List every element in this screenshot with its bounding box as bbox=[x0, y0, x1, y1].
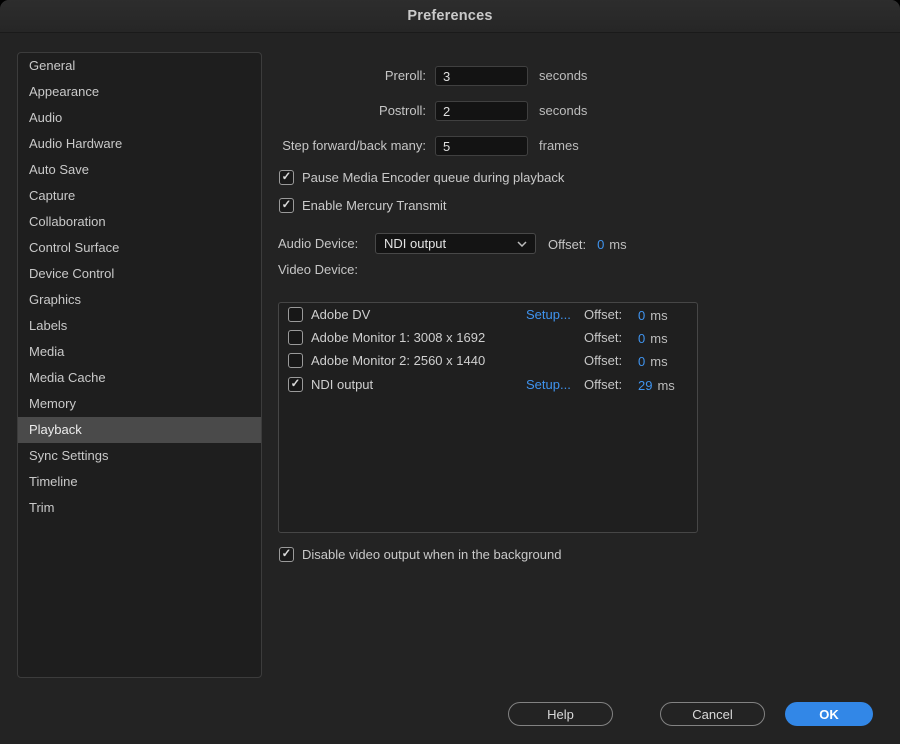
sidebar-item-auto-save[interactable]: Auto Save bbox=[18, 157, 261, 183]
video-device-label: Video Device: bbox=[278, 260, 358, 280]
postroll-input[interactable] bbox=[435, 101, 528, 121]
offset-unit: ms bbox=[650, 308, 667, 323]
sidebar-item-media-cache[interactable]: Media Cache bbox=[18, 365, 261, 391]
help-button[interactable]: Help bbox=[508, 702, 613, 726]
pause-media-encoder-option: ✓ Pause Media Encoder queue during playb… bbox=[279, 170, 564, 185]
sidebar-item-playback[interactable]: Playback bbox=[18, 417, 261, 443]
dialog-title: Preferences bbox=[407, 8, 492, 24]
preroll-input[interactable] bbox=[435, 66, 528, 86]
preferences-sidebar: General Appearance Audio Audio Hardware … bbox=[17, 52, 262, 678]
enable-mercury-transmit-option: ✓ Enable Mercury Transmit bbox=[279, 198, 447, 213]
audio-offset-value: 0 bbox=[597, 237, 604, 252]
help-button-label: Help bbox=[547, 707, 574, 722]
offset-label: Offset: bbox=[584, 328, 622, 348]
disable-video-output-checkbox[interactable]: ✓ bbox=[279, 547, 294, 562]
monitor-2-checkbox[interactable]: ✓ bbox=[288, 353, 303, 368]
device-name: NDI output bbox=[311, 375, 373, 395]
video-device-row-monitor-2: ✓ Adobe Monitor 2: 2560 x 1440 Offset: 0… bbox=[279, 351, 697, 371]
cancel-button-label: Cancel bbox=[692, 707, 732, 722]
offset-value: 0 bbox=[638, 331, 645, 346]
offset-label: Offset: bbox=[584, 305, 622, 325]
sidebar-item-labels[interactable]: Labels bbox=[18, 313, 261, 339]
preroll-label: Preroll: bbox=[270, 66, 426, 86]
sidebar-item-device-control[interactable]: Device Control bbox=[18, 261, 261, 287]
setup-link[interactable]: Setup... bbox=[526, 305, 571, 325]
preroll-unit: seconds bbox=[539, 66, 587, 86]
offset-value-group: 29 ms bbox=[638, 375, 675, 395]
adobe-dv-checkbox[interactable]: ✓ bbox=[288, 307, 303, 322]
video-device-row-ndi-output: ✓ NDI output Setup... Offset: 29 ms bbox=[279, 375, 697, 395]
video-device-list: ✓ Adobe DV Setup... Offset: 0 ms ✓ Adobe… bbox=[278, 302, 698, 533]
audio-device-dropdown[interactable]: NDI output bbox=[375, 233, 536, 254]
sidebar-item-trim[interactable]: Trim bbox=[18, 495, 261, 521]
step-forward-back-unit: frames bbox=[539, 136, 579, 156]
offset-value-group: 0 ms bbox=[638, 351, 668, 371]
sidebar-item-capture[interactable]: Capture bbox=[18, 183, 261, 209]
check-icon: ✓ bbox=[282, 172, 292, 184]
enable-mercury-transmit-checkbox[interactable]: ✓ bbox=[279, 198, 294, 213]
pause-media-encoder-label: Pause Media Encoder queue during playbac… bbox=[302, 170, 564, 185]
check-icon: ✓ bbox=[282, 549, 292, 561]
sidebar-item-collaboration[interactable]: Collaboration bbox=[18, 209, 261, 235]
sidebar-item-sync-settings[interactable]: Sync Settings bbox=[18, 443, 261, 469]
monitor-1-checkbox[interactable]: ✓ bbox=[288, 330, 303, 345]
step-forward-back-input[interactable] bbox=[435, 136, 528, 156]
sidebar-item-audio-hardware[interactable]: Audio Hardware bbox=[18, 131, 261, 157]
chevron-down-icon bbox=[517, 241, 527, 247]
offset-label: Offset: bbox=[584, 375, 622, 395]
offset-value: 0 bbox=[638, 354, 645, 369]
ok-button[interactable]: OK bbox=[785, 702, 873, 726]
audio-offset-unit: ms bbox=[609, 237, 626, 252]
sidebar-item-audio[interactable]: Audio bbox=[18, 105, 261, 131]
cancel-button[interactable]: Cancel bbox=[660, 702, 765, 726]
sidebar-item-appearance[interactable]: Appearance bbox=[18, 79, 261, 105]
postroll-label: Postroll: bbox=[270, 101, 426, 121]
offset-unit: ms bbox=[650, 331, 667, 346]
sidebar-item-graphics[interactable]: Graphics bbox=[18, 287, 261, 313]
setup-link[interactable]: Setup... bbox=[526, 375, 571, 395]
disable-video-output-label: Disable video output when in the backgro… bbox=[302, 547, 561, 562]
sidebar-item-timeline[interactable]: Timeline bbox=[18, 469, 261, 495]
title-bar: Preferences bbox=[0, 0, 900, 33]
device-name: Adobe Monitor 1: 3008 x 1692 bbox=[311, 328, 485, 348]
device-name: Adobe Monitor 2: 2560 x 1440 bbox=[311, 351, 485, 371]
sidebar-item-media[interactable]: Media bbox=[18, 339, 261, 365]
audio-device-label: Audio Device: bbox=[278, 234, 358, 254]
check-icon: ✓ bbox=[291, 379, 301, 391]
audio-device-selected-value: NDI output bbox=[384, 236, 446, 251]
preferences-dialog: Preferences General Appearance Audio Aud… bbox=[0, 0, 900, 744]
offset-value: 29 bbox=[638, 378, 652, 393]
offset-value-group: 0 ms bbox=[638, 305, 668, 325]
sidebar-item-control-surface[interactable]: Control Surface bbox=[18, 235, 261, 261]
device-name: Adobe DV bbox=[311, 305, 370, 325]
video-device-row-monitor-1: ✓ Adobe Monitor 1: 3008 x 1692 Offset: 0… bbox=[279, 328, 697, 348]
offset-unit: ms bbox=[650, 354, 667, 369]
video-device-row-adobe-dv: ✓ Adobe DV Setup... Offset: 0 ms bbox=[279, 305, 697, 325]
offset-unit: ms bbox=[657, 378, 674, 393]
check-icon: ✓ bbox=[282, 200, 292, 212]
ok-button-label: OK bbox=[819, 707, 839, 722]
pause-media-encoder-checkbox[interactable]: ✓ bbox=[279, 170, 294, 185]
step-forward-back-label: Step forward/back many: bbox=[270, 136, 426, 156]
offset-label: Offset: bbox=[584, 351, 622, 371]
audio-offset-label: Offset: bbox=[548, 237, 586, 252]
ndi-output-checkbox[interactable]: ✓ bbox=[288, 377, 303, 392]
enable-mercury-transmit-label: Enable Mercury Transmit bbox=[302, 198, 447, 213]
offset-value: 0 bbox=[638, 308, 645, 323]
sidebar-item-memory[interactable]: Memory bbox=[18, 391, 261, 417]
offset-value-group: 0 ms bbox=[638, 328, 668, 348]
audio-offset-group: Offset: 0 ms bbox=[548, 234, 627, 254]
postroll-unit: seconds bbox=[539, 101, 587, 121]
sidebar-item-general[interactable]: General bbox=[18, 53, 261, 79]
disable-video-output-option: ✓ Disable video output when in the backg… bbox=[279, 547, 561, 562]
